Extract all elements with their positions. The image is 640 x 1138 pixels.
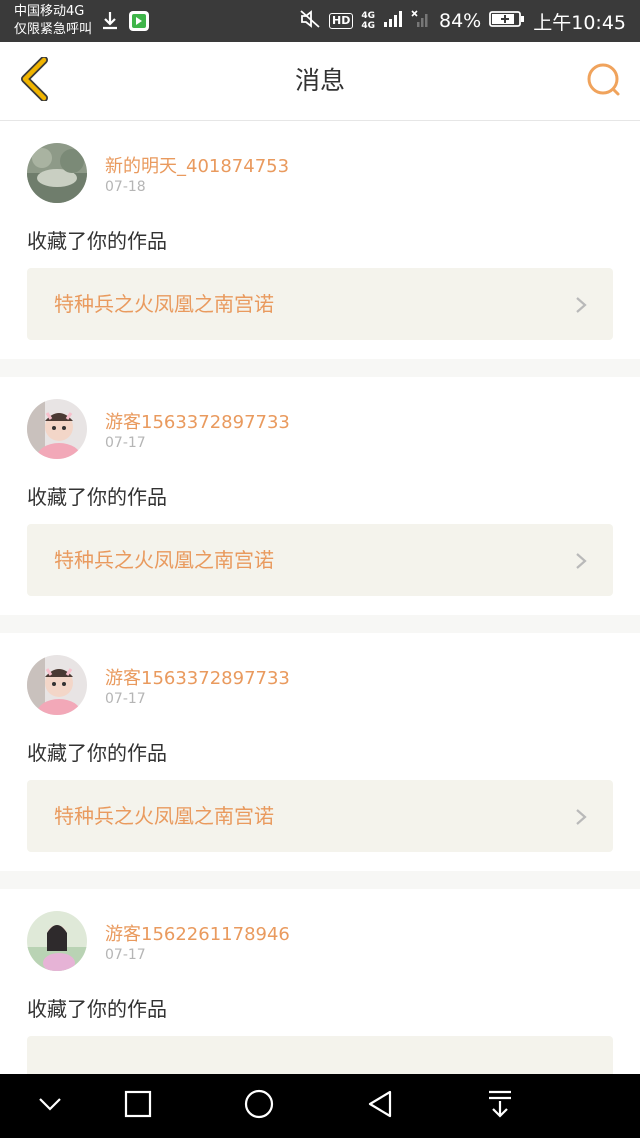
page-title: 消息	[294, 66, 345, 95]
app-header: 消息	[0, 42, 640, 121]
square-icon	[124, 1090, 152, 1122]
message-date: 07-17	[105, 947, 146, 963]
search-icon	[586, 62, 622, 102]
work-link[interactable]: 特种兵之火凤凰之南宫诺	[27, 268, 613, 340]
mute-icon	[299, 9, 321, 34]
work-title: 特种兵之火凤凰之南宫诺	[54, 292, 274, 316]
avatar[interactable]	[27, 143, 87, 203]
emergency-label: 仅限紧急呼叫	[14, 22, 93, 37]
chevron-right-icon	[575, 296, 587, 318]
circle-icon	[243, 1088, 275, 1124]
avatar[interactable]	[27, 399, 87, 459]
username[interactable]: 游客1563372897733	[105, 408, 290, 434]
status-bar: 中国移动4G 仅限紧急呼叫 HD 4G 4G 84% 上午10:45	[0, 0, 640, 42]
notification-pulldown-button[interactable]	[480, 1086, 520, 1126]
action-text: 收藏了你的作品	[27, 997, 167, 1021]
avatar[interactable]	[27, 911, 87, 971]
message-card: 游客1562261178946 07-17 收藏了你的作品	[0, 889, 640, 1074]
message-date: 07-17	[105, 435, 146, 451]
network-type: 4G 4G	[361, 11, 375, 31]
home-button[interactable]	[239, 1086, 279, 1126]
username[interactable]: 游客1563372897733	[105, 664, 290, 690]
network-top-label: 4G	[361, 11, 375, 21]
pulldown-icon	[486, 1089, 514, 1123]
username[interactable]: 游客1562261178946	[105, 920, 290, 946]
battery-icon	[489, 10, 525, 33]
message-feed[interactable]: 新的明天_401874753 07-18 收藏了你的作品 特种兵之火凤凰之南宫诺…	[0, 121, 640, 1074]
recents-button[interactable]	[118, 1086, 158, 1126]
status-right: HD 4G 4G 84% 上午10:45	[299, 0, 626, 42]
message-date: 07-17	[105, 691, 146, 707]
work-link[interactable]: 特种兵之火凤凰之南宫诺	[27, 780, 613, 852]
work-link[interactable]	[27, 1036, 613, 1074]
work-link[interactable]: 特种兵之火凤凰之南宫诺	[27, 524, 613, 596]
signal-icon	[383, 10, 403, 33]
system-nav-bar	[0, 1074, 640, 1138]
action-text: 收藏了你的作品	[27, 485, 167, 509]
network-bottom-label: 4G	[361, 21, 375, 31]
triangle-back-icon	[366, 1089, 394, 1123]
message-card: 游客1563372897733 07-17 收藏了你的作品 特种兵之火凤凰之南宫…	[0, 633, 640, 871]
hide-nav-button[interactable]	[30, 1086, 70, 1126]
avatar[interactable]	[27, 655, 87, 715]
work-title: 特种兵之火凤凰之南宫诺	[54, 804, 274, 828]
carrier-info: 中国移动4G 仅限紧急呼叫	[14, 3, 92, 39]
message-card: 游客1563372897733 07-17 收藏了你的作品 特种兵之火凤凰之南宫…	[0, 377, 640, 615]
chevron-right-icon	[575, 808, 587, 830]
chevron-down-icon	[37, 1096, 63, 1116]
hd-badge: HD	[329, 13, 354, 29]
chevron-right-icon	[575, 552, 587, 574]
search-button[interactable]	[584, 62, 624, 102]
message-card: 新的明天_401874753 07-18 收藏了你的作品 特种兵之火凤凰之南宫诺	[0, 121, 640, 359]
signal-x-icon	[411, 9, 431, 33]
system-back-button[interactable]	[360, 1086, 400, 1126]
notification-icons	[100, 10, 150, 36]
message-date: 07-18	[105, 179, 146, 195]
download-icon	[100, 10, 120, 36]
username[interactable]: 新的明天_401874753	[105, 152, 289, 178]
action-text: 收藏了你的作品	[27, 229, 167, 253]
work-title: 特种兵之火凤凰之南宫诺	[54, 548, 274, 572]
clock: 上午10:45	[533, 11, 626, 34]
battery-percent: 84%	[439, 10, 482, 32]
carrier-label: 中国移动4G	[14, 4, 85, 19]
app-icon	[128, 10, 150, 36]
action-text: 收藏了你的作品	[27, 741, 167, 765]
